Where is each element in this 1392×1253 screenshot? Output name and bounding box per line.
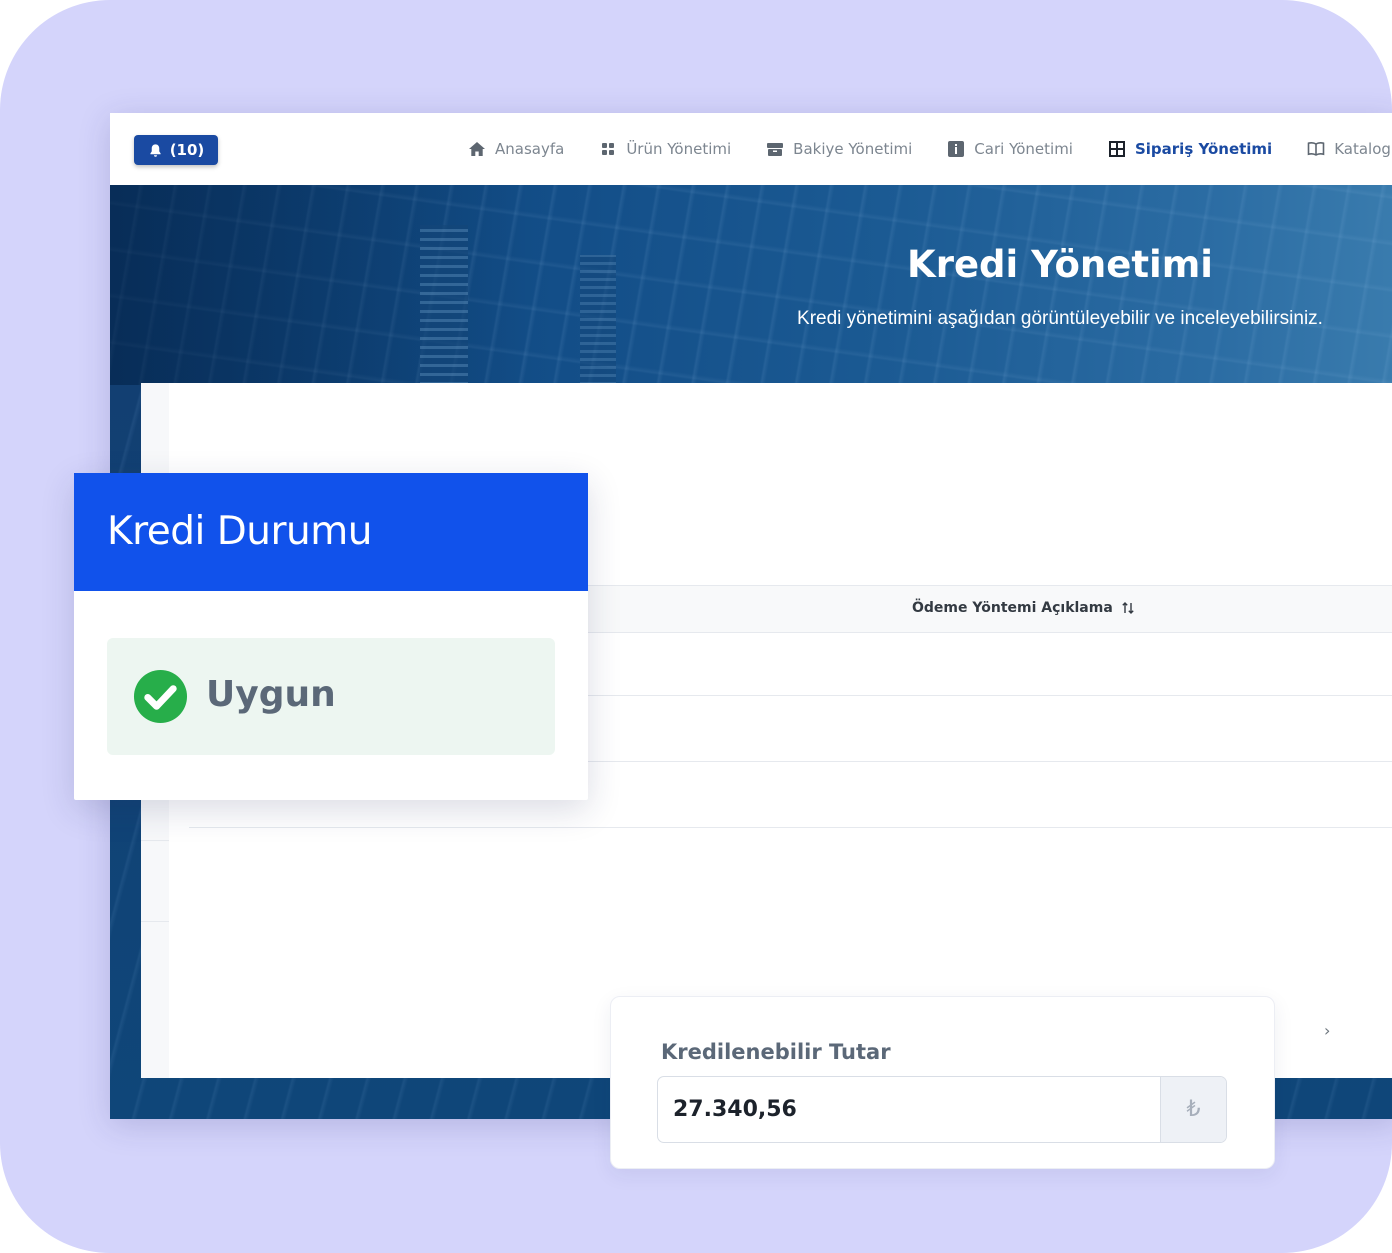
grid-icon xyxy=(602,143,615,155)
nav-label: Ürün Yönetimi xyxy=(626,140,732,158)
home-icon xyxy=(469,142,485,156)
column-header-label: Ödeme Yöntemi Açıklama xyxy=(912,600,1113,616)
bell-icon xyxy=(150,143,161,157)
nav-label: Cari Yönetimi xyxy=(974,140,1073,158)
nav-item-cari-yonetimi[interactable]: Cari Yönetimi xyxy=(947,140,1073,158)
page-subtitle: Kredi yönetimini aşağıdan görüntüleyebil… xyxy=(797,308,1323,329)
top-navigation: (10) Anasayfa Ürün Yönetimi Bakiye Yönet… xyxy=(110,113,1392,186)
credit-status-card: Kredi Durumu Uygun xyxy=(74,473,588,800)
credit-status-box: Uygun xyxy=(107,638,555,755)
table-icon xyxy=(1108,141,1125,157)
divider xyxy=(141,921,169,922)
box-icon xyxy=(767,143,784,156)
credit-status-header: Kredi Durumu xyxy=(74,473,588,591)
nav-item-anasayfa[interactable]: Anasayfa xyxy=(468,140,564,158)
credit-amount-label: Kredilenebilir Tutar xyxy=(661,1040,891,1064)
credit-status-title: Kredi Durumu xyxy=(107,509,372,554)
sort-icon[interactable] xyxy=(1121,601,1135,615)
notifications-button[interactable]: (10) xyxy=(134,135,218,165)
next-page-button[interactable]: › xyxy=(1324,1021,1330,1040)
nav-label: Anasayfa xyxy=(495,140,565,158)
table-row xyxy=(189,827,1392,828)
nav-item-urun-yonetimi[interactable]: Ürün Yönetimi xyxy=(599,140,731,158)
column-header-odeme-yontemi[interactable]: Ödeme Yöntemi Açıklama xyxy=(912,600,1135,616)
nav-label: Sipariş Yönetimi xyxy=(1134,140,1273,158)
credit-amount-field[interactable]: 27.340,56 ₺ xyxy=(657,1076,1227,1143)
hero-banner: Kredi Yönetimi Kredi yönetimini aşağıdan… xyxy=(110,185,1392,385)
nav-item-bakiye-yonetimi[interactable]: Bakiye Yönetimi xyxy=(766,140,912,158)
check-circle-icon xyxy=(133,669,188,724)
nav-item-katalog[interactable]: Katalog Y xyxy=(1307,140,1392,158)
notifications-count: (10) xyxy=(169,141,205,159)
nav-item-siparis-yonetimi[interactable]: Sipariş Yönetimi xyxy=(1108,140,1272,158)
currency-addon: ₺ xyxy=(1160,1077,1226,1142)
book-icon xyxy=(1307,142,1325,156)
info-icon xyxy=(948,141,965,157)
background-panel: (10) Anasayfa Ürün Yönetimi Bakiye Yönet… xyxy=(0,0,1392,1253)
page-title: Kredi Yönetimi xyxy=(907,243,1213,286)
main-nav: Anasayfa Ürün Yönetimi Bakiye Yönetimi C… xyxy=(468,113,1392,185)
credit-amount-value: 27.340,56 xyxy=(673,1097,797,1122)
divider xyxy=(141,840,169,841)
credit-status-value: Uygun xyxy=(206,674,336,715)
credit-amount-card: Kredilenebilir Tutar 27.340,56 ₺ xyxy=(610,996,1275,1169)
nav-label: Katalog Y xyxy=(1334,140,1392,158)
nav-label: Bakiye Yönetimi xyxy=(793,140,913,158)
